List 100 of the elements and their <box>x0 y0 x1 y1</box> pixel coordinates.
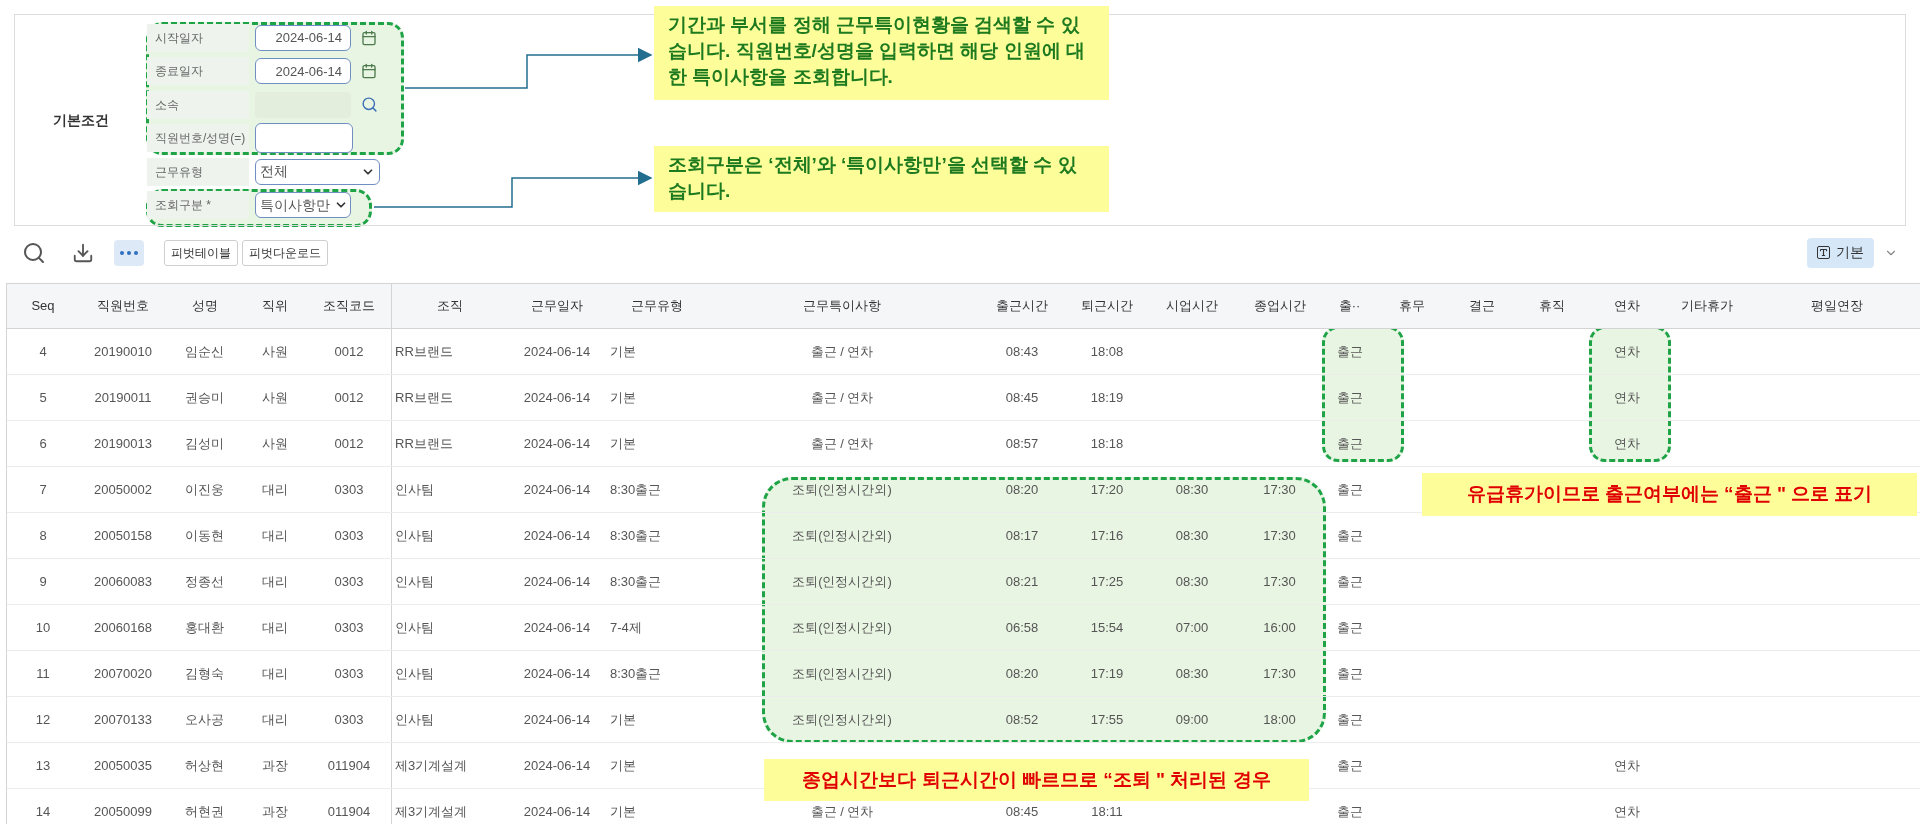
date-field[interactable]: 2024-06-14 <box>255 58 351 85</box>
table-cell-text: 이진웅 <box>185 480 224 499</box>
table-cell-text: 2024-06-14 <box>523 802 591 821</box>
table-cell-text: 출근 <box>1336 342 1363 361</box>
table-cell-text: 정종선 <box>185 572 224 591</box>
table-cell-text: 0303 <box>334 572 364 591</box>
search-icon[interactable] <box>361 96 378 114</box>
table-cell-text: 07:00 <box>1175 618 1209 637</box>
table-cell-text: 17:30 <box>1263 664 1296 683</box>
column-header[interactable]: 휴직 <box>1517 284 1587 328</box>
column-header[interactable]: 성명 <box>167 284 242 328</box>
table-cell-text: 인사팀 <box>395 664 434 683</box>
table-cell-text: 20190010 <box>94 342 152 361</box>
table-cell-text: 조퇴(인정시간외) <box>792 618 892 637</box>
table-cell-text: 권승미 <box>185 388 224 407</box>
select-field[interactable]: 특이사항만 <box>255 192 351 219</box>
table-cell-text: 출근 / 연차 <box>810 802 874 821</box>
calendar-icon[interactable] <box>361 29 377 46</box>
column-header[interactable]: 조직코드 <box>307 284 392 328</box>
column-header[interactable]: 근무일자 <box>507 284 607 328</box>
table-cell-text: 4 <box>39 342 47 361</box>
field-label: 직원번호/성명(=) <box>147 124 249 153</box>
table-cell-text: 17:30 <box>1263 526 1296 545</box>
table-cell-text: 11 <box>36 664 50 683</box>
table-cell-text: 기본 <box>610 802 636 821</box>
table-cell-text: 20070133 <box>94 710 152 729</box>
column-header[interactable]: 결근 <box>1447 284 1517 328</box>
toolbar-button[interactable]: 피벗다운로드 <box>242 239 328 266</box>
table-cell-text: 2024-06-14 <box>523 710 591 729</box>
column-header[interactable]: Seq <box>7 284 79 328</box>
table-cell-text: 20070020 <box>94 664 152 683</box>
table-cell-text: 출근 <box>1336 572 1363 591</box>
table-cell-text: 조퇴(인정시간외) <box>792 710 892 729</box>
table-cell-text: 0303 <box>334 618 364 637</box>
table-cell-text: 08:30 <box>1175 664 1209 683</box>
table-cell-text: 5 <box>39 388 47 407</box>
table-cell-text: 대리 <box>261 618 288 637</box>
table-cell-text: 0303 <box>334 664 364 683</box>
section-label: 기본조건 <box>53 110 109 130</box>
table-cell-text: 17:30 <box>1263 480 1296 499</box>
text-format-icon <box>1817 246 1830 259</box>
column-header[interactable]: 출근시간 <box>977 284 1067 328</box>
table-cell-text: 20190011 <box>94 388 152 407</box>
table-cell-text: 인사팀 <box>395 572 434 591</box>
column-header[interactable]: 조직 <box>392 284 507 328</box>
column-header[interactable]: 휴무 <box>1377 284 1447 328</box>
calendar-icon[interactable] <box>361 63 377 80</box>
table-cell-text: 기본 <box>610 710 636 729</box>
table-cell-text: 0303 <box>334 710 364 729</box>
table-cell-text: RR브랜드 <box>395 342 453 361</box>
table-cell-text: 09:00 <box>1175 710 1209 729</box>
table-cell-text: 인사팀 <box>395 480 434 499</box>
table-cell-text: 대리 <box>261 480 288 499</box>
column-header[interactable]: 직원번호 <box>79 284 167 328</box>
table-cell-text: 출근 <box>1336 710 1363 729</box>
search-icon[interactable] <box>22 240 46 265</box>
table-cell-text: 20060168 <box>94 618 152 637</box>
view-button[interactable]: 기본 <box>1807 237 1874 268</box>
table-cell-text: 허상현 <box>185 756 224 775</box>
table-cell-text: 08:57 <box>1005 434 1039 453</box>
column-header[interactable]: 근무유형 <box>607 284 707 328</box>
table-cell-text: 2024-06-14 <box>523 756 591 775</box>
table-cell-text: 8:30출근 <box>610 664 662 683</box>
column-header[interactable]: 직위 <box>242 284 307 328</box>
table-cell-text: 사원 <box>261 342 288 361</box>
column-header[interactable]: 퇴근시간 <box>1067 284 1147 328</box>
select-field[interactable]: 전체 <box>255 158 380 185</box>
table-cell-text: 17:20 <box>1090 480 1124 499</box>
column-header[interactable]: 종업시간 <box>1237 284 1322 328</box>
table-cell-text: 8 <box>39 526 47 545</box>
column-header[interactable]: 출·· <box>1322 284 1377 328</box>
toolbar-button[interactable]: 피벗테이블 <box>164 239 238 266</box>
table-cell-text: 15:54 <box>1090 618 1124 637</box>
download-icon[interactable] <box>72 241 94 264</box>
column-header[interactable]: 연차 <box>1587 284 1667 328</box>
table-cell-text: 출근 <box>1336 434 1363 453</box>
table-cell-text: 08:17 <box>1005 526 1039 545</box>
callout-text: 조회구분은 ‘전체’와 ‘특이사항만’을 선택할 수 있습니다. <box>668 154 1077 201</box>
table-cell-text: 10 <box>35 618 51 637</box>
column-header[interactable]: 시업시간 <box>1147 284 1237 328</box>
table-cell-text: 18:08 <box>1090 342 1124 361</box>
table-cell-text: 출근 <box>1336 480 1363 499</box>
table-cell-text: 출근 <box>1336 388 1363 407</box>
table-cell-text: 8:30출근 <box>610 526 662 545</box>
table-cell-text: 13 <box>35 756 51 775</box>
table-cell-text: 대리 <box>261 572 288 591</box>
date-field[interactable]: 2024-06-14 <box>255 24 351 51</box>
table-cell-text: 기본 <box>610 342 636 361</box>
input-field[interactable] <box>255 123 353 154</box>
table-cell-text: 0012 <box>334 434 364 453</box>
field-label: 조회구분 * <box>147 191 249 220</box>
table-cell-text: RR브랜드 <box>395 388 453 407</box>
more-button[interactable] <box>114 239 144 266</box>
table-cell-text: 출근 <box>1336 756 1363 775</box>
table-cell-text: 011904 <box>327 802 371 821</box>
table-cell-text: 17:25 <box>1090 572 1124 591</box>
column-header[interactable]: 근무특이사항 <box>707 284 977 328</box>
column-header[interactable]: 평일연장 <box>1747 284 1920 328</box>
table-cell-text: 16:00 <box>1263 618 1296 637</box>
column-header[interactable]: 기타휴가 <box>1667 284 1747 328</box>
